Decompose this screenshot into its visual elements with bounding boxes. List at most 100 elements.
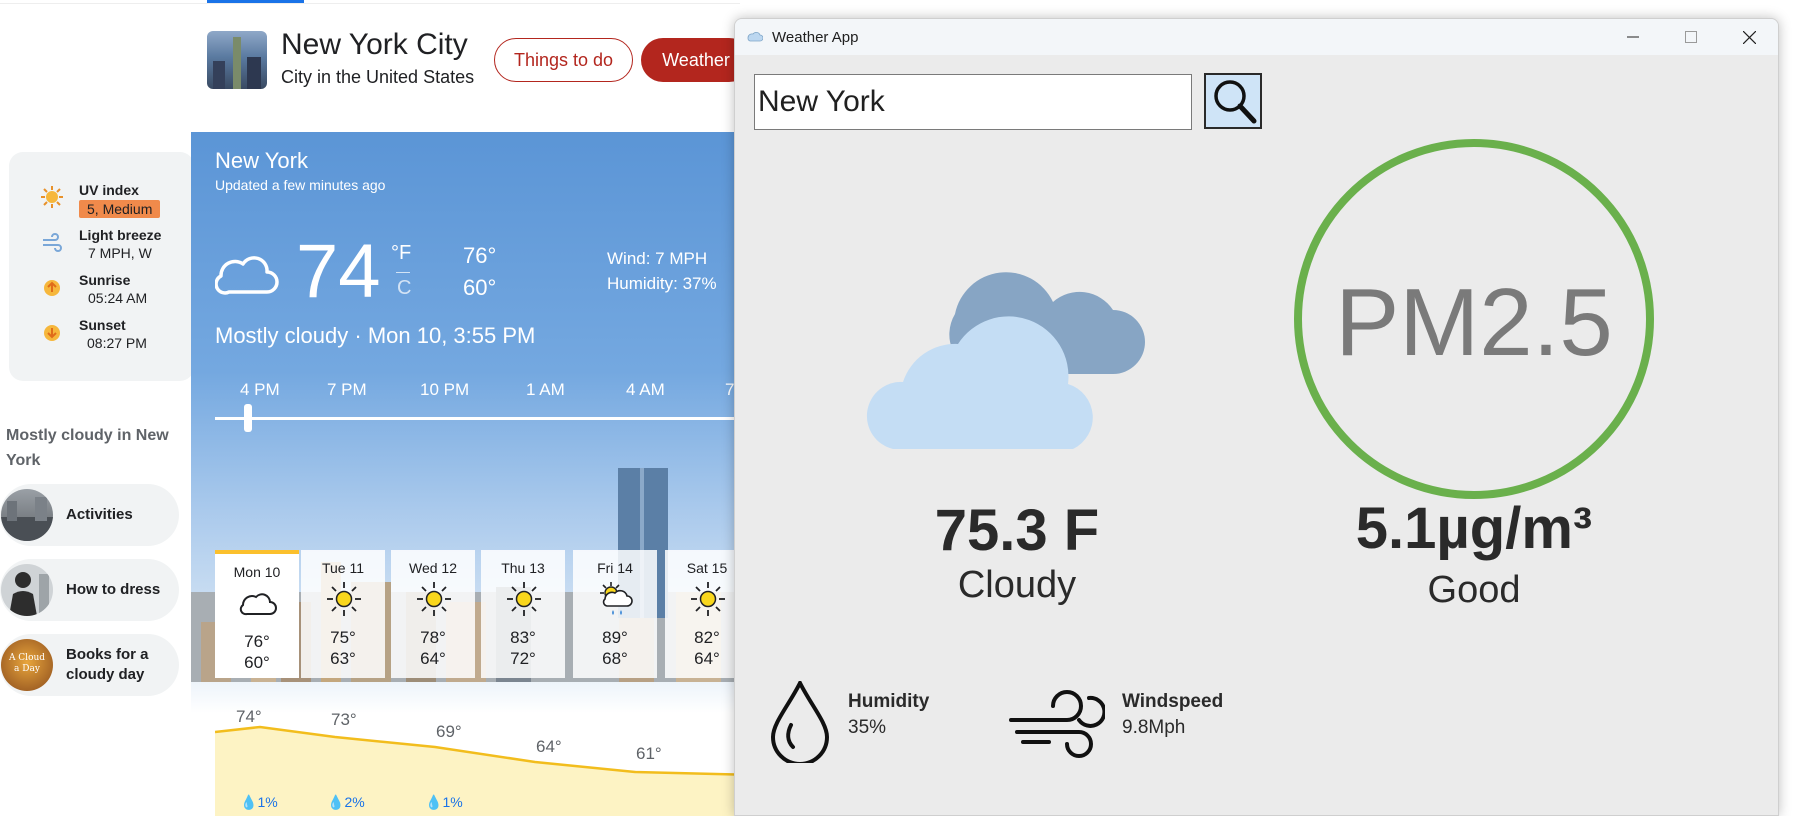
- day-low: 60°: [244, 653, 270, 672]
- sunset-label: Sunset: [79, 317, 126, 333]
- app-temperature: 75.3 F: [934, 498, 1100, 563]
- weather-details-card: UV index 5, Medium Light breeze 7 MPH, W…: [9, 152, 194, 381]
- activities-label: Activities: [66, 506, 133, 523]
- hour-label[interactable]: 10 PM: [420, 380, 469, 400]
- sunset-icon: [44, 325, 60, 341]
- sun-icon: [327, 582, 361, 616]
- weather-app-window: Weather App New York 75.3 F Cloudy PM2.5…: [734, 18, 1779, 816]
- hourly-temp: 61°: [636, 744, 662, 763]
- day-low: 72°: [510, 649, 536, 668]
- day-name: Fri 14: [597, 560, 633, 576]
- books-label: Books for a cloudy day: [66, 646, 149, 683]
- side-heading: Mostly cloudy in New York: [6, 427, 169, 469]
- today-low: 60°: [463, 275, 497, 300]
- activities-thumbnail: [1, 489, 53, 541]
- day-card[interactable]: Fri 14 89° 68°: [573, 550, 657, 678]
- app-cloud-icon: [747, 31, 763, 42]
- how-to-dress-link[interactable]: How to dress: [0, 559, 179, 621]
- day-name: Mon 10: [233, 564, 281, 580]
- hourly-temp: 73°: [331, 710, 357, 729]
- precip-chance: 💧1%: [425, 794, 463, 810]
- how-to-dress-label: How to dress: [66, 581, 161, 598]
- city-subtitle: City in the United States: [281, 67, 475, 87]
- things-to-do-tab[interactable]: Things to do: [494, 38, 633, 82]
- minimize-button[interactable]: [1604, 19, 1662, 55]
- how-to-dress-thumbnail: [1, 564, 53, 616]
- book-cover-text: A Cloud a Day: [8, 653, 46, 674]
- uv-badge: 5, Medium: [79, 200, 161, 218]
- search-icon: [1214, 80, 1257, 124]
- pm-quality: Good: [1427, 569, 1521, 611]
- search-button[interactable]: [1204, 73, 1262, 129]
- hour-label[interactable]: 7 PM: [327, 380, 367, 400]
- day-low: 64°: [420, 649, 446, 668]
- wind-label: Light breeze: [79, 227, 162, 243]
- precip-value: 1%: [257, 794, 278, 810]
- city-thumbnail[interactable]: [207, 31, 267, 89]
- hour-label[interactable]: 4 AM: [626, 380, 665, 400]
- window-title: Weather App: [772, 29, 859, 46]
- day-card[interactable]: Tue 11 75° 63°: [301, 550, 385, 678]
- precip-chance: 💧2%: [327, 794, 365, 810]
- humidity-icon: [770, 681, 830, 763]
- hour-label[interactable]: 4 PM: [240, 380, 280, 400]
- day-card[interactable]: Wed 12 78° 64°: [391, 550, 475, 678]
- windspeed-icon: [1009, 690, 1105, 758]
- wind-text: Wind: 7 MPH: [607, 249, 708, 268]
- sun-icon: [507, 582, 541, 616]
- day-card[interactable]: Mon 10 76° 60°: [215, 550, 299, 678]
- maximize-button[interactable]: [1662, 19, 1720, 55]
- sunrise-value: 05:24 AM: [88, 290, 148, 306]
- browser-page: New York City City in the United States …: [0, 0, 1815, 816]
- hour-label[interactable]: 1 AM: [526, 380, 565, 400]
- wind-value: 7 MPH, W: [88, 245, 152, 261]
- hourly-temp: 64°: [536, 737, 562, 756]
- day-high: 76°: [244, 632, 270, 651]
- title-bar[interactable]: Weather App: [735, 19, 1778, 55]
- cloud-icon: [239, 593, 277, 616]
- condition-text: Mostly cloudy · Mon 10, 3:55 PM: [215, 323, 536, 348]
- person-icon: [9, 572, 49, 616]
- day-low: 68°: [602, 649, 628, 668]
- building: [213, 61, 225, 89]
- day-card[interactable]: Thu 13 83° 72°: [481, 550, 565, 678]
- unit-celsius[interactable]: C: [397, 277, 411, 300]
- pm-label: PM2.5: [1335, 269, 1612, 376]
- air-quality-ring: PM2.5: [1294, 139, 1654, 499]
- books-link[interactable]: A Cloud a Day Books for a cloudy day: [0, 634, 179, 696]
- day-name: Wed 12: [409, 560, 457, 576]
- humidity-value: 35%: [848, 717, 887, 738]
- day-high: 89°: [602, 628, 628, 647]
- hourly-temp: 69°: [436, 722, 462, 741]
- cloud-icon: [215, 256, 279, 295]
- day-high: 83°: [510, 628, 536, 647]
- humidity-label: Humidity: [848, 691, 930, 712]
- maximize-icon: [1685, 31, 1697, 43]
- day-name: Tue 11: [321, 560, 365, 576]
- sunrise-label: Sunrise: [79, 272, 131, 288]
- day-low: 63°: [330, 649, 356, 668]
- close-button[interactable]: [1720, 19, 1778, 55]
- precip-value: 1%: [442, 794, 463, 810]
- day-high: 75°: [330, 628, 356, 647]
- close-icon: [1742, 30, 1756, 44]
- activities-link[interactable]: Activities: [0, 484, 179, 546]
- windspeed-value: 9.8Mph: [1122, 717, 1186, 738]
- unit-divider: [396, 272, 410, 273]
- today-high: 76°: [463, 243, 497, 268]
- minimize-icon: [1627, 36, 1639, 38]
- day-high: 78°: [420, 628, 446, 647]
- hourly-temp: 74°: [236, 707, 262, 726]
- location-name: New York: [215, 148, 308, 173]
- humidity-text: Humidity: 37%: [607, 274, 717, 293]
- cloudy-weather-icon: [866, 272, 1145, 449]
- hour-slider-track[interactable]: [215, 417, 751, 420]
- building: [247, 57, 261, 89]
- uv-label: UV index: [79, 182, 139, 198]
- hour-slider-thumb[interactable]: [244, 404, 252, 432]
- windspeed-label: Windspeed: [1122, 691, 1224, 712]
- city-search-input[interactable]: New York: [754, 74, 1192, 130]
- unit-fahrenheit[interactable]: °F: [391, 242, 411, 265]
- updated-text: Updated a few minutes ago: [215, 177, 386, 193]
- divider: [0, 3, 740, 4]
